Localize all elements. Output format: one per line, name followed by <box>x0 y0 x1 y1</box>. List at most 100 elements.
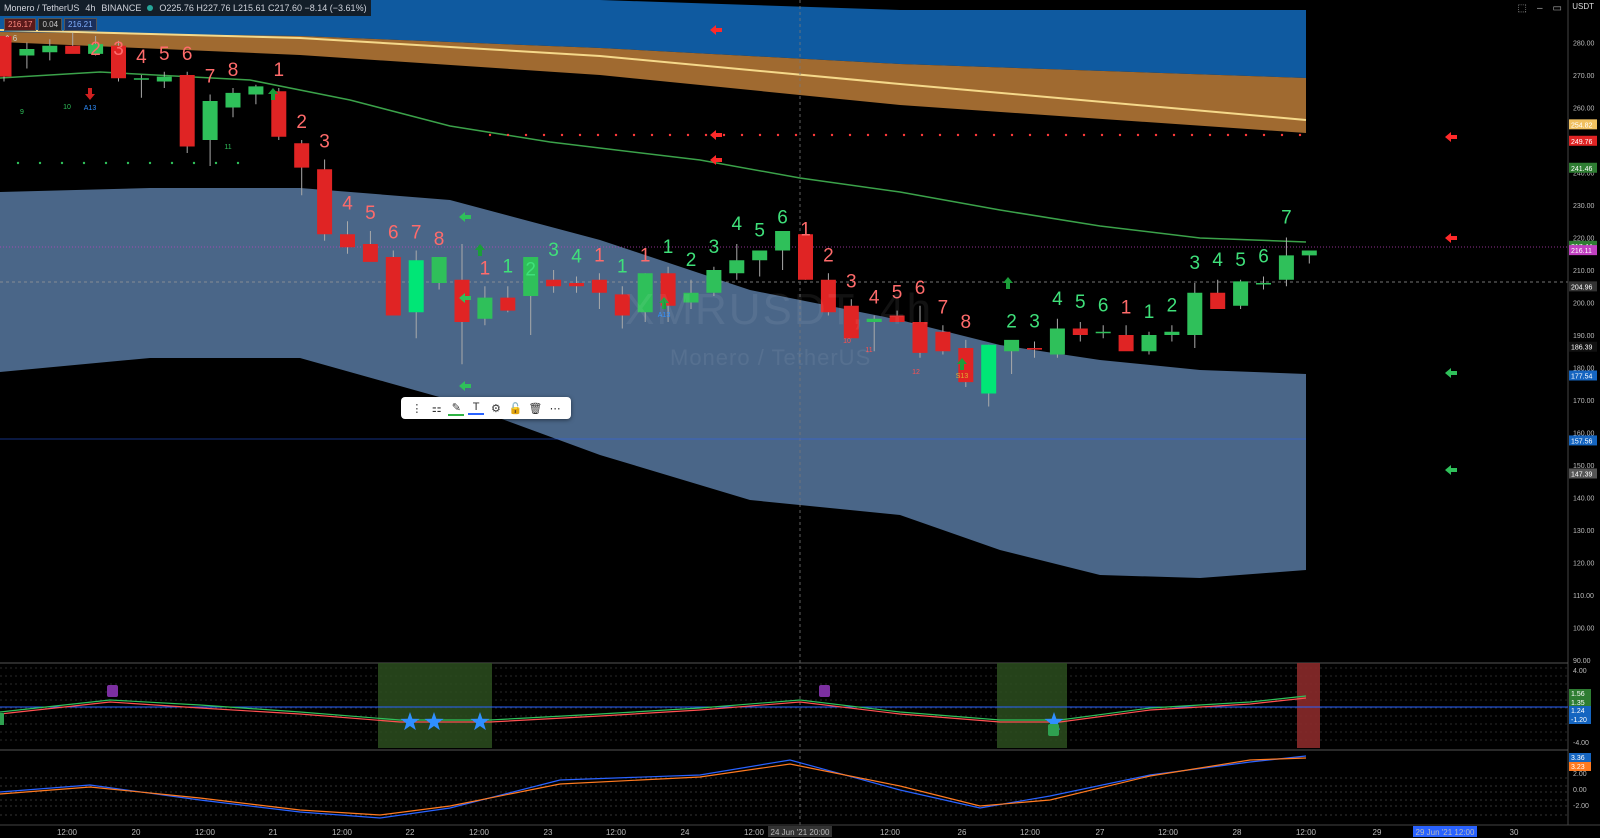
price-label-text: 204.96 <box>1571 284 1593 291</box>
resistance-dot <box>1172 133 1176 137</box>
resistance-dot <box>1190 133 1194 137</box>
x-tick-label: 12:00 <box>880 828 901 837</box>
td-count-label: 6 <box>1258 247 1269 268</box>
watermark-name: Monero / TetherUS <box>670 345 872 370</box>
drawing-toolbar: ⋮ ⚏ ✎ T ⚙ 🔓 🗑 ⋯ <box>401 397 571 419</box>
y-tick-label: 190.00 <box>1573 333 1595 340</box>
resistance-dot <box>1100 133 1104 137</box>
y-tick-label: 90.00 <box>1573 658 1591 665</box>
td-count-label: 4 <box>342 193 353 214</box>
candle <box>1004 339 1020 352</box>
td-count-label: 5 <box>1235 250 1246 271</box>
resistance-dot <box>506 133 510 137</box>
text-icon[interactable]: T <box>468 401 485 415</box>
support-dot <box>82 161 86 165</box>
osc2-blue-line <box>0 755 1307 819</box>
candle <box>156 76 172 82</box>
green-up-arrow-icon <box>1003 277 1013 289</box>
market-open-icon <box>147 5 154 11</box>
resistance-dot <box>956 133 960 137</box>
y-tick-label: 110.00 <box>1573 593 1594 600</box>
td-count-label: 2 <box>823 245 834 266</box>
resistance-dot <box>560 133 564 137</box>
td-count-label: 4 <box>571 247 582 268</box>
candle <box>1210 292 1226 309</box>
small-count-label: 11 <box>224 144 231 151</box>
support-dot <box>170 161 174 165</box>
price-label-text: 216.11 <box>1571 248 1592 255</box>
small-count-label: 10 <box>63 104 71 111</box>
support-dot <box>38 161 42 165</box>
y-tick-label: 140.00 <box>1573 496 1595 503</box>
td-count-label: 3 <box>709 237 720 258</box>
buy-signal-badge <box>1048 724 1059 736</box>
candle <box>294 143 310 168</box>
td-count-label: 3 <box>113 39 124 60</box>
osc1-red-line <box>0 697 1307 723</box>
candle <box>133 78 149 80</box>
resistance-dot <box>866 133 870 137</box>
red-down-arrow-icon <box>85 88 95 100</box>
candle <box>1049 328 1065 355</box>
price-chart[interactable]: 2 3 4 5 67 8 1234 56 7 81 1 23 4 111 1234 561234 5 678 2 34… <box>0 0 1600 838</box>
candle <box>1187 292 1203 335</box>
td-count-label: 6 <box>182 44 193 65</box>
pencil-icon[interactable]: ✎ <box>448 401 465 416</box>
candle <box>454 279 470 322</box>
chevron-up-icon[interactable]: ⌃ <box>4 34 11 43</box>
resistance-dot <box>722 133 726 137</box>
osc2-tick: 0.00 <box>1573 787 1587 794</box>
y-tick-label: 270.00 <box>1573 73 1595 80</box>
candle <box>798 234 813 280</box>
chart-header: Monero / TetherUS 4h BINANCE O225.76 H22… <box>0 0 371 16</box>
ask-price[interactable]: 216.21 <box>64 18 97 31</box>
osc1-value-text: -1.20 <box>1571 717 1587 724</box>
td-count-label: 4 <box>732 214 743 235</box>
candle <box>317 169 333 235</box>
maximize-icon[interactable]: ⬚ <box>1518 3 1527 14</box>
support-dot <box>148 161 152 165</box>
price-label-text: 157.56 <box>1571 438 1593 445</box>
template-icon[interactable]: ⚏ <box>429 402 445 415</box>
resistance-dot <box>650 133 654 137</box>
x-tick-label: 12:00 <box>469 828 490 837</box>
interval-label[interactable]: 4h <box>85 3 95 13</box>
restore-icon[interactable]: ▭ <box>1553 3 1562 14</box>
x-tick-label: 22 <box>406 828 415 837</box>
resistance-dot <box>668 133 672 137</box>
ohlc-values: O225.76 H227.76 L215.61 C217.60 −8.14 (−… <box>159 3 367 13</box>
small-count-label: S13 <box>956 373 969 380</box>
lock-icon[interactable]: 🔓 <box>508 402 524 415</box>
td-count-label: 2 <box>90 39 101 60</box>
resistance-dot <box>758 133 762 137</box>
bid-price[interactable]: 216.17 <box>4 18 37 31</box>
candle <box>1072 328 1088 335</box>
resistance-dot <box>632 133 636 137</box>
resistance-dot <box>1136 133 1140 137</box>
candle <box>202 101 218 140</box>
x-tick-label: 27 <box>1096 828 1105 837</box>
td-count-label: 4 <box>1052 289 1063 310</box>
td-count-label: 3 <box>319 132 330 153</box>
td-count-label: 2 <box>296 112 307 133</box>
resistance-dot <box>884 133 888 137</box>
support-dot <box>60 161 64 165</box>
osc1-tick: -4.00 <box>1573 740 1589 747</box>
x-tick-label: 28 <box>1233 828 1242 837</box>
td-count-label: 5 <box>365 203 376 224</box>
indicator-legend[interactable]: ⌃ 6 <box>4 34 17 43</box>
x-tick-label: 26 <box>958 828 967 837</box>
drag-handle-icon[interactable]: ⋮ <box>409 402 425 415</box>
resistance-dot <box>1010 133 1014 137</box>
currency-label[interactable]: USDT <box>1572 2 1594 11</box>
gear-icon[interactable]: ⚙ <box>488 402 504 415</box>
candle <box>340 234 355 248</box>
more-icon[interactable]: ⋯ <box>547 402 563 415</box>
resistance-dot <box>488 133 492 137</box>
trash-icon[interactable]: 🗑 <box>527 402 543 415</box>
minimize-icon[interactable]: – <box>1537 3 1543 14</box>
td-count-label: 1 <box>1121 297 1132 318</box>
y-tick-label: 120.00 <box>1573 561 1595 568</box>
candle <box>385 257 401 316</box>
symbol-name[interactable]: Monero / TetherUS <box>4 3 79 13</box>
